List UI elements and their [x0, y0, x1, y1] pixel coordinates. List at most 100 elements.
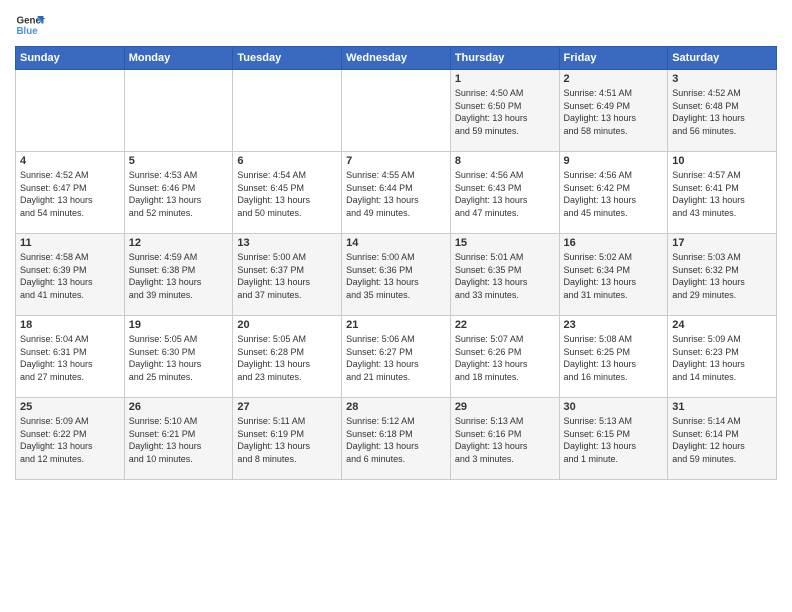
calendar-cell: 4 Sunrise: 4:52 AM Sunset: 6:47 PM Daylig…	[16, 152, 125, 234]
calendar-cell	[342, 70, 451, 152]
day-number: 27	[237, 401, 337, 413]
day-info: Sunrise: 5:05 AM Sunset: 6:30 PM Dayligh…	[129, 333, 229, 383]
day-number: 1	[455, 73, 555, 85]
day-number: 5	[129, 155, 229, 167]
calendar-cell: 6 Sunrise: 4:54 AM Sunset: 6:45 PM Daylig…	[233, 152, 342, 234]
day-info: Sunrise: 5:09 AM Sunset: 6:23 PM Dayligh…	[672, 333, 772, 383]
day-number: 21	[346, 319, 446, 331]
day-number: 28	[346, 401, 446, 413]
day-info: Sunrise: 5:14 AM Sunset: 6:14 PM Dayligh…	[672, 415, 772, 465]
svg-text:Blue: Blue	[17, 26, 39, 37]
logo-icon: General Blue	[15, 10, 45, 40]
day-number: 9	[564, 155, 664, 167]
day-info: Sunrise: 5:13 AM Sunset: 6:16 PM Dayligh…	[455, 415, 555, 465]
day-info: Sunrise: 5:12 AM Sunset: 6:18 PM Dayligh…	[346, 415, 446, 465]
day-number: 2	[564, 73, 664, 85]
day-number: 6	[237, 155, 337, 167]
day-header-friday: Friday	[559, 47, 668, 70]
calendar-cell: 27 Sunrise: 5:11 AM Sunset: 6:19 PM Dayli…	[233, 398, 342, 480]
calendar-cell: 12 Sunrise: 4:59 AM Sunset: 6:38 PM Dayli…	[124, 234, 233, 316]
calendar-cell: 20Sunrise: 5:05 AM Sunset: 6:28 PM Dayli…	[233, 316, 342, 398]
day-info: Sunrise: 5:00 AM Sunset: 6:37 PM Dayligh…	[237, 251, 337, 301]
day-info: Sunrise: 5:09 AM Sunset: 6:22 PM Dayligh…	[20, 415, 120, 465]
day-header-tuesday: Tuesday	[233, 47, 342, 70]
day-info: Sunrise: 5:07 AM Sunset: 6:26 PM Dayligh…	[455, 333, 555, 383]
day-info: Sunrise: 4:50 AM Sunset: 6:50 PM Dayligh…	[455, 87, 555, 137]
week-row-2: 4 Sunrise: 4:52 AM Sunset: 6:47 PM Daylig…	[16, 152, 777, 234]
calendar-cell: 10 Sunrise: 4:57 AM Sunset: 6:41 PM Dayli…	[668, 152, 777, 234]
day-number: 11	[20, 237, 120, 249]
day-number: 29	[455, 401, 555, 413]
calendar-cell: 16Sunrise: 5:02 AM Sunset: 6:34 PM Dayli…	[559, 234, 668, 316]
logo: General Blue	[15, 10, 45, 40]
day-info: Sunrise: 4:59 AM Sunset: 6:38 PM Dayligh…	[129, 251, 229, 301]
day-number: 3	[672, 73, 772, 85]
header: General Blue	[15, 10, 777, 40]
main-container: General Blue SundayMondayTuesdayWednesda…	[0, 0, 792, 485]
day-number: 31	[672, 401, 772, 413]
day-info: Sunrise: 5:01 AM Sunset: 6:35 PM Dayligh…	[455, 251, 555, 301]
calendar-cell: 21Sunrise: 5:06 AM Sunset: 6:27 PM Dayli…	[342, 316, 451, 398]
calendar-cell: 26Sunrise: 5:10 AM Sunset: 6:21 PM Dayli…	[124, 398, 233, 480]
day-number: 20	[237, 319, 337, 331]
calendar-cell: 1 Sunrise: 4:50 AM Sunset: 6:50 PM Daylig…	[450, 70, 559, 152]
day-number: 19	[129, 319, 229, 331]
day-number: 24	[672, 319, 772, 331]
day-number: 17	[672, 237, 772, 249]
calendar-cell: 7 Sunrise: 4:55 AM Sunset: 6:44 PM Daylig…	[342, 152, 451, 234]
day-number: 23	[564, 319, 664, 331]
day-number: 25	[20, 401, 120, 413]
day-number: 18	[20, 319, 120, 331]
day-number: 15	[455, 237, 555, 249]
day-info: Sunrise: 5:08 AM Sunset: 6:25 PM Dayligh…	[564, 333, 664, 383]
day-info: Sunrise: 4:52 AM Sunset: 6:47 PM Dayligh…	[20, 169, 120, 219]
week-row-4: 18 Sunrise: 5:04 AM Sunset: 6:31 PM Dayli…	[16, 316, 777, 398]
calendar-cell: 25 Sunrise: 5:09 AM Sunset: 6:22 PM Dayli…	[16, 398, 125, 480]
calendar-cell: 2 Sunrise: 4:51 AM Sunset: 6:49 PM Daylig…	[559, 70, 668, 152]
day-info: Sunrise: 4:53 AM Sunset: 6:46 PM Dayligh…	[129, 169, 229, 219]
day-number: 7	[346, 155, 446, 167]
calendar-cell: 14Sunrise: 5:00 AM Sunset: 6:36 PM Dayli…	[342, 234, 451, 316]
day-info: Sunrise: 4:54 AM Sunset: 6:45 PM Dayligh…	[237, 169, 337, 219]
day-header-saturday: Saturday	[668, 47, 777, 70]
day-number: 14	[346, 237, 446, 249]
day-number: 13	[237, 237, 337, 249]
calendar-cell: 8Sunrise: 4:56 AM Sunset: 6:43 PM Daylig…	[450, 152, 559, 234]
day-info: Sunrise: 5:11 AM Sunset: 6:19 PM Dayligh…	[237, 415, 337, 465]
calendar-cell: 18 Sunrise: 5:04 AM Sunset: 6:31 PM Dayli…	[16, 316, 125, 398]
day-header-sunday: Sunday	[16, 47, 125, 70]
day-info: Sunrise: 4:51 AM Sunset: 6:49 PM Dayligh…	[564, 87, 664, 137]
calendar-cell: 29 Sunrise: 5:13 AM Sunset: 6:16 PM Dayli…	[450, 398, 559, 480]
day-number: 22	[455, 319, 555, 331]
calendar-cell: 11 Sunrise: 4:58 AM Sunset: 6:39 PM Dayli…	[16, 234, 125, 316]
calendar-cell	[233, 70, 342, 152]
day-number: 16	[564, 237, 664, 249]
day-number: 30	[564, 401, 664, 413]
week-row-1: 1 Sunrise: 4:50 AM Sunset: 6:50 PM Daylig…	[16, 70, 777, 152]
day-info: Sunrise: 4:58 AM Sunset: 6:39 PM Dayligh…	[20, 251, 120, 301]
calendar-cell: 24 Sunrise: 5:09 AM Sunset: 6:23 PM Dayli…	[668, 316, 777, 398]
day-number: 10	[672, 155, 772, 167]
week-row-3: 11 Sunrise: 4:58 AM Sunset: 6:39 PM Dayli…	[16, 234, 777, 316]
day-number: 4	[20, 155, 120, 167]
day-info: Sunrise: 4:55 AM Sunset: 6:44 PM Dayligh…	[346, 169, 446, 219]
week-row-5: 25 Sunrise: 5:09 AM Sunset: 6:22 PM Dayli…	[16, 398, 777, 480]
day-header-monday: Monday	[124, 47, 233, 70]
day-info: Sunrise: 5:13 AM Sunset: 6:15 PM Dayligh…	[564, 415, 664, 465]
day-header-wednesday: Wednesday	[342, 47, 451, 70]
calendar-cell: 22 Sunrise: 5:07 AM Sunset: 6:26 PM Dayli…	[450, 316, 559, 398]
calendar-cell: 9 Sunrise: 4:56 AM Sunset: 6:42 PM Daylig…	[559, 152, 668, 234]
day-number: 12	[129, 237, 229, 249]
calendar-cell: 30 Sunrise: 5:13 AM Sunset: 6:15 PM Dayli…	[559, 398, 668, 480]
calendar-cell: 17Sunrise: 5:03 AM Sunset: 6:32 PM Dayli…	[668, 234, 777, 316]
day-info: Sunrise: 5:04 AM Sunset: 6:31 PM Dayligh…	[20, 333, 120, 383]
day-header-thursday: Thursday	[450, 47, 559, 70]
day-info: Sunrise: 4:57 AM Sunset: 6:41 PM Dayligh…	[672, 169, 772, 219]
calendar-cell: 5 Sunrise: 4:53 AM Sunset: 6:46 PM Daylig…	[124, 152, 233, 234]
calendar-cell	[124, 70, 233, 152]
calendar-cell	[16, 70, 125, 152]
day-number: 26	[129, 401, 229, 413]
day-info: Sunrise: 4:56 AM Sunset: 6:42 PM Dayligh…	[564, 169, 664, 219]
day-info: Sunrise: 4:52 AM Sunset: 6:48 PM Dayligh…	[672, 87, 772, 137]
calendar-cell: 28 Sunrise: 5:12 AM Sunset: 6:18 PM Dayli…	[342, 398, 451, 480]
